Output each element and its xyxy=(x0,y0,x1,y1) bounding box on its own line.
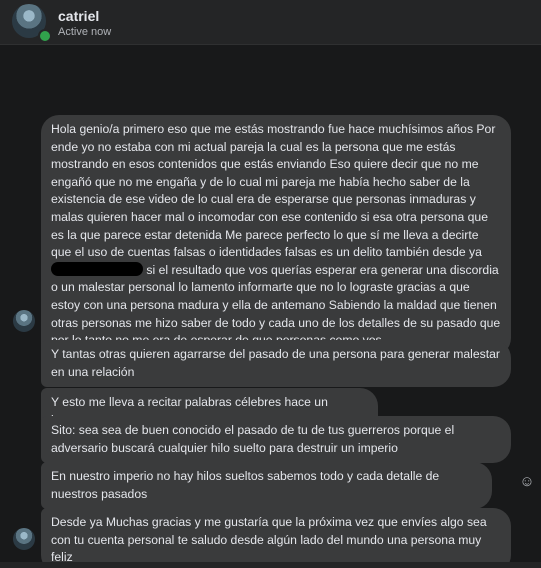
active-status: Active now xyxy=(58,26,112,38)
message-bubble[interactable]: Hola genio/a primero eso que me estás mo… xyxy=(41,115,511,356)
contact-name[interactable]: catriel xyxy=(58,8,99,24)
smiley-icon[interactable]: ☺ xyxy=(519,474,535,490)
message-text: En nuestro imperio no hay hilos sueltos … xyxy=(51,469,440,501)
composer-bar xyxy=(0,562,541,568)
message-text: Hola genio/a primero eso que me estás mo… xyxy=(51,122,496,260)
message-text: Y tantas otras quieren agarrarse del pas… xyxy=(51,347,500,379)
redaction-mark xyxy=(51,261,143,276)
chat-header: catriel Active now xyxy=(0,0,541,45)
message-bubble[interactable]: Sito: sea sea de buen conocido el pasado… xyxy=(41,416,511,464)
message-text: Desde ya Muchas gracias y me gustaría qu… xyxy=(51,515,487,565)
sender-avatar[interactable] xyxy=(13,528,35,550)
messenger-window: catriel Active now Hola genio/a primero … xyxy=(0,0,541,568)
online-status-dot xyxy=(38,29,52,43)
message-text: Sito: sea sea de buen conocido el pasado… xyxy=(51,423,455,455)
message-bubble[interactable]: Desde ya Muchas gracias y me gustaría qu… xyxy=(41,508,511,568)
sender-avatar[interactable] xyxy=(13,310,35,332)
message-bubble[interactable]: Y tantas otras quieren agarrarse del pas… xyxy=(41,340,511,388)
message-bubble[interactable]: En nuestro imperio no hay hilos sueltos … xyxy=(41,462,492,510)
message-list: Hola genio/a primero eso que me estás mo… xyxy=(0,44,541,568)
